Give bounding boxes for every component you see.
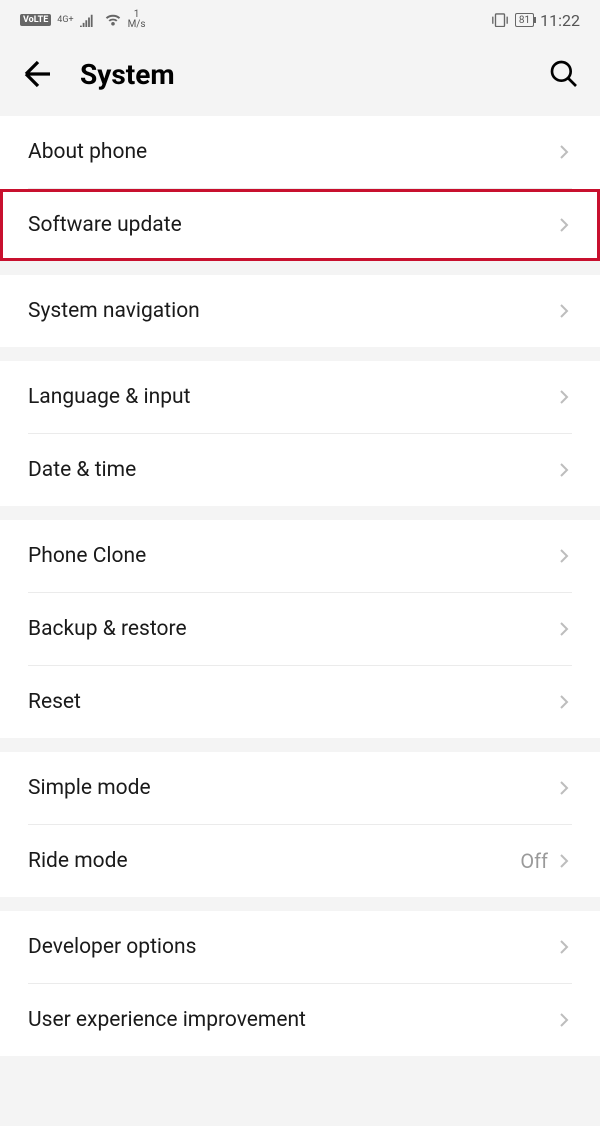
list-item-language-input[interactable]: Language & input (0, 361, 600, 433)
wifi-icon (104, 13, 122, 27)
vibrate-icon (491, 13, 509, 27)
list-item-label: Software update (28, 213, 556, 237)
chevron-right-icon (556, 621, 572, 637)
chevron-right-icon (556, 939, 572, 955)
volte-badge: VoLTE (20, 14, 51, 26)
list-item-phone-clone[interactable]: Phone Clone (0, 520, 600, 592)
page-title: System (80, 58, 548, 91)
chevron-right-icon (556, 780, 572, 796)
list-item-label: Developer options (28, 935, 556, 959)
list-item-backup-restore[interactable]: Backup & restore (0, 593, 600, 665)
list-item-label: Simple mode (28, 776, 556, 800)
list-item-user-experience-improvement[interactable]: User experience improvement (0, 984, 600, 1056)
list-item-value: Off (520, 849, 548, 873)
settings-group: Language & input Date & time (0, 361, 600, 506)
list-item-date-time[interactable]: Date & time (0, 434, 600, 506)
status-right: 81 11:22 (491, 11, 580, 30)
chevron-right-icon (556, 1012, 572, 1028)
list-item-label: About phone (28, 140, 556, 164)
chevron-right-icon (556, 217, 572, 233)
list-item-ride-mode[interactable]: Ride modeOff (0, 825, 600, 897)
settings-group: System navigation (0, 275, 600, 347)
network-speed: 1 M/s (128, 10, 146, 30)
header: System (0, 40, 600, 116)
list-item-simple-mode[interactable]: Simple mode (0, 752, 600, 824)
status-left: VoLTE 4G+ 1 M/s (20, 10, 146, 30)
chevron-right-icon (556, 548, 572, 564)
list-item-system-navigation[interactable]: System navigation (0, 275, 600, 347)
list-item-label: System navigation (28, 299, 556, 323)
list-item-label: Date & time (28, 458, 556, 482)
signal-icon (80, 13, 98, 27)
chevron-right-icon (556, 462, 572, 478)
settings-group: About phone Software update (0, 116, 600, 261)
list-item-label: Language & input (28, 385, 556, 409)
list-item-label: Backup & restore (28, 617, 556, 641)
battery-indicator: 81 (515, 13, 534, 27)
settings-group: Developer options User experience improve… (0, 911, 600, 1056)
list-item-reset[interactable]: Reset (0, 666, 600, 738)
list-item-label: Ride mode (28, 849, 520, 873)
settings-group: Phone Clone Backup & restore Reset (0, 520, 600, 738)
chevron-right-icon (556, 144, 572, 160)
list-item-label: Phone Clone (28, 544, 556, 568)
list-item-label: Reset (28, 690, 556, 714)
network-type-label: 4G+ (57, 16, 73, 24)
clock: 11:22 (540, 11, 580, 30)
list-item-developer-options[interactable]: Developer options (0, 911, 600, 983)
settings-group: Simple mode Ride modeOff (0, 752, 600, 897)
chevron-right-icon (556, 303, 572, 319)
back-icon[interactable] (20, 56, 56, 92)
search-icon[interactable] (548, 58, 580, 90)
status-bar: VoLTE 4G+ 1 M/s 81 11:22 (0, 0, 600, 40)
chevron-right-icon (556, 853, 572, 869)
list-item-software-update[interactable]: Software update (0, 189, 600, 261)
list-item-label: User experience improvement (28, 1008, 556, 1032)
chevron-right-icon (556, 694, 572, 710)
chevron-right-icon (556, 389, 572, 405)
list-item-about-phone[interactable]: About phone (0, 116, 600, 188)
